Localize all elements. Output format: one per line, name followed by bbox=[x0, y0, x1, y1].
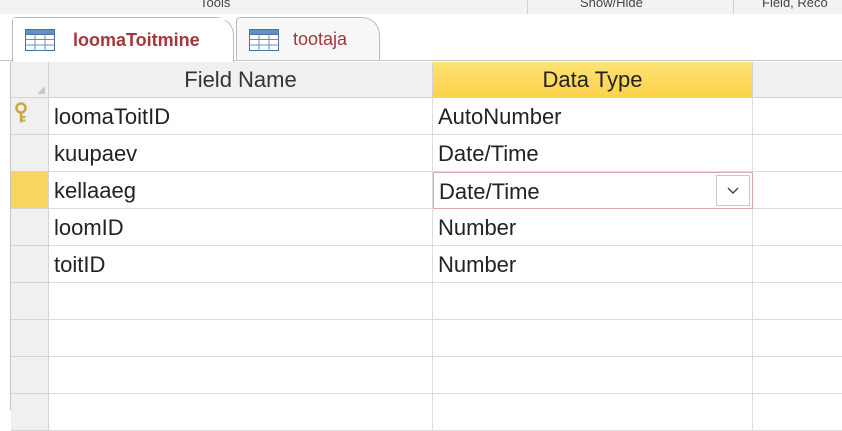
data-type-value: Number bbox=[438, 252, 517, 277]
table-row bbox=[11, 320, 842, 357]
data-type-value: Date/Time bbox=[439, 179, 540, 204]
row-selector[interactable] bbox=[11, 246, 49, 283]
data-type-value: Date/Time bbox=[438, 141, 539, 166]
row-selector[interactable] bbox=[11, 283, 49, 320]
description-cell[interactable] bbox=[753, 246, 842, 283]
ribbon-group-field-records: Field, Reco bbox=[762, 0, 828, 10]
document-tab-bar: loomaToitmine tootaja bbox=[0, 14, 842, 62]
field-name-cell[interactable] bbox=[49, 283, 433, 320]
description-cell[interactable] bbox=[753, 135, 842, 172]
data-type-dropdown-button[interactable] bbox=[716, 175, 750, 206]
field-name-cell[interactable]: kellaaeg bbox=[49, 172, 433, 209]
ribbon-divider bbox=[527, 0, 528, 14]
column-header-description[interactable] bbox=[753, 62, 842, 98]
description-cell[interactable] bbox=[753, 283, 842, 320]
description-cell[interactable] bbox=[753, 394, 842, 431]
chevron-down-icon bbox=[727, 187, 739, 194]
row-selector[interactable] bbox=[11, 394, 49, 431]
description-cell[interactable] bbox=[753, 209, 842, 246]
table-row: kellaaeg Date/Time bbox=[11, 172, 842, 209]
row-selector[interactable] bbox=[11, 172, 49, 209]
tab-loomatoitmine[interactable]: loomaToitmine bbox=[12, 17, 234, 62]
field-name-cell[interactable] bbox=[49, 320, 433, 357]
data-type-cell[interactable] bbox=[433, 283, 753, 320]
column-header-data-type[interactable]: Data Type bbox=[433, 62, 753, 98]
ribbon-divider bbox=[733, 0, 734, 14]
table-row: loomaToitID AutoNumber bbox=[11, 98, 842, 135]
field-name-cell[interactable] bbox=[49, 357, 433, 394]
data-type-cell[interactable]: Number bbox=[433, 246, 753, 283]
table-row: toitID Number bbox=[11, 246, 842, 283]
ribbon-group-labels: Tools Show/Hide Field, Reco bbox=[0, 0, 842, 15]
data-type-cell[interactable] bbox=[433, 394, 753, 431]
description-cell[interactable] bbox=[753, 98, 842, 135]
table-design-grid: Field Name Data Type loomaToitID AutoNumb… bbox=[10, 62, 842, 431]
data-type-value: Number bbox=[438, 215, 517, 240]
field-name-cell[interactable] bbox=[49, 394, 433, 431]
data-type-cell[interactable]: Date/Time bbox=[433, 172, 753, 209]
primary-key-icon bbox=[15, 102, 27, 123]
tab-label: tootaja bbox=[293, 29, 348, 49]
tab-tootaja[interactable]: tootaja bbox=[236, 17, 380, 61]
data-type-cell[interactable] bbox=[433, 320, 753, 357]
row-selector[interactable] bbox=[11, 357, 49, 394]
table-icon bbox=[25, 29, 55, 51]
data-type-value: AutoNumber bbox=[438, 104, 562, 129]
row-selector[interactable] bbox=[11, 320, 49, 357]
description-cell[interactable] bbox=[753, 357, 842, 394]
field-name-cell[interactable]: toitID bbox=[49, 246, 433, 283]
data-type-cell[interactable]: Number bbox=[433, 209, 753, 246]
field-rows: loomaToitID AutoNumber kuupaev Date/Time kel… bbox=[11, 98, 842, 431]
column-header-field-name[interactable]: Field Name bbox=[49, 62, 433, 98]
ribbon-group-tools: Tools bbox=[200, 0, 231, 10]
select-all-corner[interactable] bbox=[11, 62, 49, 98]
table-row: kuupaev Date/Time bbox=[11, 135, 842, 172]
table-row bbox=[11, 357, 842, 394]
description-cell[interactable] bbox=[753, 172, 842, 209]
row-selector[interactable] bbox=[11, 209, 49, 246]
table-icon bbox=[249, 28, 279, 51]
table-row bbox=[11, 283, 842, 320]
ribbon-group-show-hide: Show/Hide bbox=[580, 0, 643, 10]
data-type-cell[interactable]: Date/Time bbox=[433, 135, 753, 172]
row-selector[interactable] bbox=[11, 135, 49, 172]
field-name-cell[interactable]: loomaToitID bbox=[49, 98, 433, 135]
field-name-cell[interactable]: loomID bbox=[49, 209, 433, 246]
description-cell[interactable] bbox=[753, 320, 842, 357]
field-name-cell[interactable]: kuupaev bbox=[49, 135, 433, 172]
data-type-cell[interactable]: AutoNumber bbox=[433, 98, 753, 135]
table-row: loomID Number bbox=[11, 209, 842, 246]
row-selector[interactable] bbox=[11, 98, 49, 135]
data-type-cell[interactable] bbox=[433, 357, 753, 394]
table-row bbox=[11, 394, 842, 431]
tab-label: loomaToitmine bbox=[73, 29, 200, 50]
